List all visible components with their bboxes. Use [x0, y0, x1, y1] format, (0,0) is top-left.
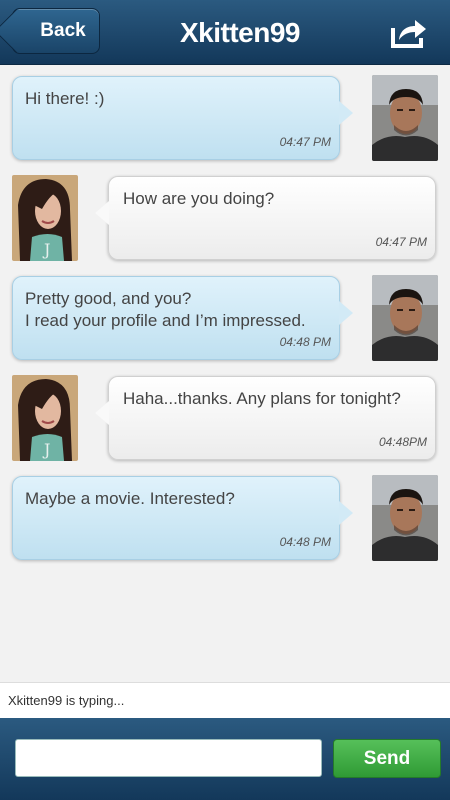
my-avatar[interactable]	[372, 275, 438, 361]
message-timestamp: 04:47 PM	[279, 135, 331, 149]
message-list[interactable]: Hi there! :) 04:47 PM J How are you doin…	[0, 66, 450, 682]
send-button[interactable]: Send	[333, 739, 441, 778]
contact-avatar[interactable]: J	[12, 375, 78, 461]
my-avatar[interactable]	[372, 75, 438, 161]
sent-message-bubble: Hi there! :) 04:47 PM	[12, 76, 353, 160]
received-message-bubble: Haha...thanks. Any plans for tonight? 04…	[95, 376, 436, 460]
message-row: J Haha...thanks. Any plans for tonight? …	[0, 366, 450, 466]
message-text: Haha...thanks. Any plans for tonight?	[123, 389, 401, 408]
message-timestamp: 04:47 PM	[375, 235, 427, 249]
svg-text:J: J	[42, 440, 50, 459]
message-text: How are you doing?	[123, 189, 275, 208]
message-row: J How are you doing? 04:47 PM	[0, 166, 450, 266]
message-timestamp: 04:48PM	[378, 435, 427, 449]
message-input[interactable]	[15, 739, 322, 777]
sent-message-bubble: Pretty good, and you? I read your profil…	[12, 276, 353, 360]
back-button[interactable]: Back	[12, 8, 100, 54]
message-row: Maybe a movie. Interested? 04:48 PM	[0, 466, 450, 566]
message-timestamp: 04:48 PM	[279, 335, 331, 349]
my-avatar[interactable]	[372, 475, 438, 561]
message-text: Hi there! :)	[25, 89, 105, 108]
composer-bar: Send	[0, 718, 450, 800]
share-icon[interactable]	[390, 16, 428, 48]
top-bar: Back Xkitten99	[0, 0, 450, 65]
message-text: Maybe a movie. Interested?	[25, 489, 235, 508]
message-text: Pretty good, and you? I read your profil…	[25, 289, 306, 330]
message-row: Hi there! :) 04:47 PM	[0, 66, 450, 166]
message-row: Pretty good, and you? I read your profil…	[0, 266, 450, 366]
contact-avatar[interactable]: J	[12, 175, 78, 261]
typing-indicator: Xkitten99 is typing...	[0, 682, 450, 718]
sent-message-bubble: Maybe a movie. Interested? 04:48 PM	[12, 476, 353, 560]
received-message-bubble: How are you doing? 04:47 PM	[95, 176, 436, 260]
back-button-label: Back	[40, 20, 86, 41]
chat-title: Xkitten99	[180, 16, 301, 48]
message-timestamp: 04:48 PM	[279, 535, 331, 549]
svg-text:J: J	[42, 240, 50, 259]
